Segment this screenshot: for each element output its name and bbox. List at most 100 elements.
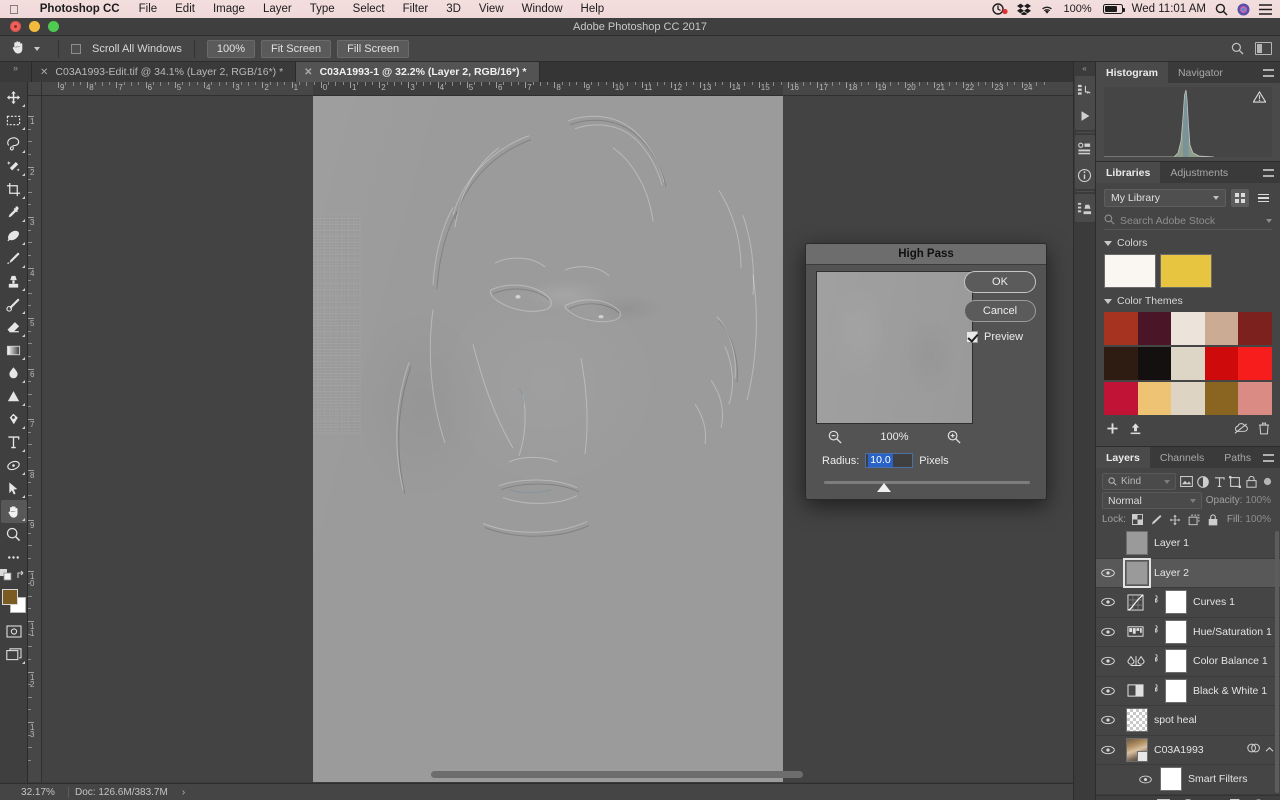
filter-toggle-icon[interactable] <box>1262 474 1274 489</box>
hue-saturation-icon[interactable] <box>1126 622 1145 641</box>
layers-scrollbar[interactable] <box>1275 531 1279 793</box>
document-tab-0[interactable]: ✕ C03A1993-Edit.tif @ 34.1% (Layer 2, RG… <box>32 62 297 82</box>
layer-thumbnail[interactable] <box>1126 708 1148 733</box>
layer-visibility-toggle[interactable] <box>1096 656 1120 666</box>
hand-tool[interactable] <box>0 500 27 523</box>
layer-name[interactable]: Black & White 1 <box>1193 685 1267 697</box>
path-selection-tool[interactable] <box>1 454 27 477</box>
tab-adjustments[interactable]: Adjustments <box>1160 162 1238 183</box>
crop-tool[interactable] <box>1 178 27 201</box>
link-mask-icon[interactable] <box>1151 683 1159 699</box>
link-mask-icon[interactable] <box>1151 624 1159 640</box>
scroll-all-windows-checkbox[interactable] <box>71 43 81 54</box>
zoom-in-icon[interactable] <box>947 430 961 444</box>
add-icon[interactable] <box>1106 422 1119 438</box>
clone-source-icon[interactable] <box>1075 195 1095 221</box>
type-tool[interactable] <box>1 431 27 454</box>
creative-cloud-icon[interactable] <box>1234 422 1248 438</box>
layer-visibility-toggle[interactable] <box>1096 597 1120 607</box>
library-color-swatch-1[interactable] <box>1160 254 1212 288</box>
layer-visibility-toggle[interactable] <box>1096 745 1120 755</box>
opacity-control[interactable]: Opacity: 100% <box>1206 495 1274 506</box>
tab-libraries[interactable]: Libraries <box>1096 162 1161 183</box>
layer-row-c03a1993[interactable]: C03A1993 <box>1096 736 1280 765</box>
list-view-icon[interactable] <box>1254 189 1272 207</box>
actions-play-icon[interactable] <box>1075 103 1095 129</box>
link-mask-icon[interactable] <box>1151 653 1159 669</box>
layer-filter-kind-select[interactable]: Kind <box>1102 473 1176 490</box>
menu-item-image[interactable]: Image <box>204 3 254 15</box>
layer-row-spot-heal[interactable]: spot heal <box>1096 706 1280 736</box>
expand-chevron-icon[interactable] <box>1265 744 1274 756</box>
lasso-tool[interactable] <box>1 132 27 155</box>
menu-app-name[interactable]: Photoshop CC <box>30 3 130 15</box>
menu-item-filter[interactable]: Filter <box>394 3 438 15</box>
chevron-down-icon[interactable] <box>1266 219 1272 223</box>
panel-menu-icon[interactable] <box>1263 453 1280 462</box>
layer-mask-thumbnail[interactable] <box>1165 619 1187 644</box>
vertical-ruler[interactable]: 12345678910111213 <box>28 96 42 782</box>
color-balance-icon[interactable] <box>1126 652 1145 671</box>
zoom-level-field[interactable]: 32.17% <box>0 787 62 798</box>
preview-checkbox-row[interactable]: Preview <box>966 331 1023 343</box>
upload-icon[interactable] <box>1129 422 1142 438</box>
layer-name[interactable]: Smart Filters <box>1188 773 1248 785</box>
clone-stamp-tool[interactable] <box>1 270 27 293</box>
document-info-label[interactable]: Doc: 126.6M/383.7M <box>75 787 168 798</box>
fit-screen-button[interactable]: Fit Screen <box>261 39 332 58</box>
smart-filters-mask-thumbnail[interactable] <box>1160 767 1182 792</box>
menubar-clock[interactable]: Wed 11:01 AM <box>1132 3 1206 15</box>
close-icon[interactable]: ✕ <box>304 67 312 78</box>
layer-visibility-toggle[interactable] <box>1096 686 1120 696</box>
menu-item-select[interactable]: Select <box>344 3 394 15</box>
filter-shape-icon[interactable] <box>1229 474 1242 489</box>
marquee-tool[interactable] <box>1 109 27 132</box>
layer-row-layer-1[interactable]: Layer 1 <box>1096 529 1280 559</box>
tab-paths[interactable]: Paths <box>1214 447 1261 468</box>
layer-mask-thumbnail[interactable] <box>1165 678 1187 703</box>
filter-pixel-icon[interactable] <box>1180 474 1193 489</box>
layers-list[interactable]: Layer 1 Layer 2 Curves 1 Hue/Saturation … <box>1096 529 1280 795</box>
layer-visibility-toggle[interactable] <box>1096 715 1120 725</box>
layer-name[interactable]: Curves 1 <box>1193 596 1235 608</box>
collapse-panels-icon[interactable]: « <box>1082 64 1086 76</box>
edit-toolbar-tool[interactable] <box>1 546 27 569</box>
dropbox-icon[interactable] <box>1017 3 1032 15</box>
adobe-stock-search[interactable]: Search Adobe Stock <box>1104 213 1272 230</box>
color-swatches[interactable] <box>1 588 27 614</box>
siri-icon[interactable] <box>1237 3 1250 16</box>
blend-mode-select[interactable]: Normal <box>1102 492 1202 509</box>
preview-checkbox[interactable] <box>966 331 978 343</box>
hand-tool-icon[interactable] <box>8 39 28 59</box>
menu-item-type[interactable]: Type <box>301 3 344 15</box>
zoom-tool[interactable] <box>1 523 27 546</box>
cancel-button[interactable]: Cancel <box>964 300 1036 322</box>
battery-icon[interactable] <box>1102 4 1125 14</box>
document-tab-1[interactable]: ✕ C03A1993-1 @ 32.2% (Layer 2, RGB/16*) … <box>296 62 540 82</box>
radius-slider[interactable] <box>824 481 1030 492</box>
color-theme-row[interactable] <box>1104 382 1272 415</box>
menu-item-3d[interactable]: 3D <box>437 3 470 15</box>
layer-mask-thumbnail[interactable] <box>1165 590 1187 615</box>
layer-thumbnail[interactable] <box>1126 737 1148 762</box>
panel-menu-icon[interactable] <box>1263 168 1280 177</box>
direct-selection-tool[interactable] <box>1 477 27 500</box>
search-icon[interactable] <box>1215 3 1228 16</box>
filter-type-icon[interactable] <box>1213 474 1225 489</box>
smart-filters-visibility-toggle[interactable] <box>1136 775 1154 784</box>
layer-name[interactable]: C03A1993 <box>1154 744 1204 756</box>
color-themes-section-header[interactable]: Color Themes <box>1104 295 1272 307</box>
menu-item-window[interactable]: Window <box>513 3 572 15</box>
layer-mask-thumbnail[interactable] <box>1165 649 1187 674</box>
zoom-out-icon[interactable] <box>828 430 842 444</box>
radius-input[interactable]: 10.0 <box>865 453 914 468</box>
pen-tool[interactable] <box>1 408 27 431</box>
apple-icon[interactable]:  <box>0 3 30 16</box>
layer-thumbnail[interactable] <box>1126 531 1148 556</box>
color-theme-row[interactable] <box>1104 312 1272 345</box>
eraser-tool[interactable] <box>1 316 27 339</box>
layer-visibility-toggle[interactable] <box>1096 568 1120 578</box>
menu-item-help[interactable]: Help <box>572 3 614 15</box>
close-icon[interactable]: ✕ <box>40 67 48 78</box>
tab-layers[interactable]: Layers <box>1096 447 1150 468</box>
